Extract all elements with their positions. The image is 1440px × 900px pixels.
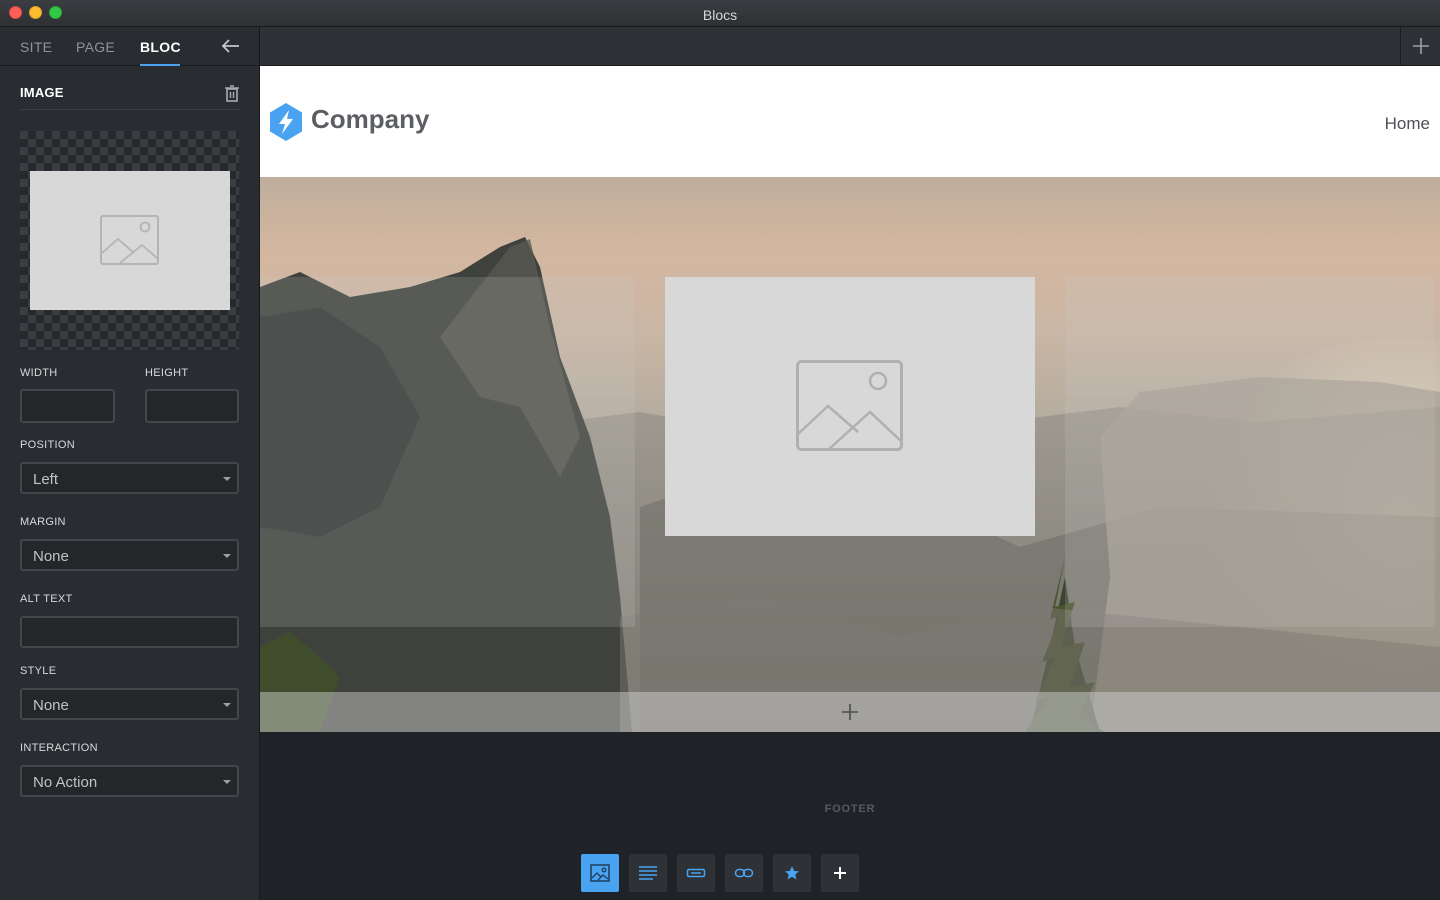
height-input[interactable] xyxy=(147,391,237,421)
brand-name[interactable]: Company xyxy=(311,104,429,135)
insert-toolbar xyxy=(581,854,859,892)
nav-link-home[interactable]: Home xyxy=(1385,114,1430,134)
interaction-value: No Action xyxy=(33,774,98,791)
width-input[interactable] xyxy=(22,391,113,421)
sidebar-tabs: SITE PAGE BLOC xyxy=(0,27,259,66)
image-placeholder-icon xyxy=(796,360,903,451)
insert-text-button[interactable] xyxy=(629,854,667,892)
tab-site[interactable]: SITE xyxy=(20,39,52,55)
height-field[interactable] xyxy=(145,389,239,423)
plus-icon xyxy=(842,704,858,720)
tab-page[interactable]: PAGE xyxy=(76,39,115,55)
inspector-sidebar: SITE PAGE BLOC IMAGE WIDTH HEIGHT POSITI… xyxy=(0,27,260,900)
button-icon xyxy=(686,868,706,878)
margin-value: None xyxy=(33,548,69,565)
width-field[interactable] xyxy=(20,389,115,423)
interaction-label: INTERACTION xyxy=(20,742,98,754)
page-canvas: Company Home FOOTER xyxy=(260,66,1440,900)
style-value: None xyxy=(33,697,69,714)
link-icon xyxy=(734,868,754,878)
image-section-header: IMAGE xyxy=(20,84,240,110)
back-arrow-icon[interactable] xyxy=(219,36,243,56)
tab-bloc[interactable]: BLOC xyxy=(140,39,181,55)
title-bar: Blocs xyxy=(0,0,1440,27)
position-select[interactable]: Left xyxy=(20,462,239,494)
alt-text-label: ALT TEXT xyxy=(20,593,73,605)
logo-bolt-icon xyxy=(270,103,302,141)
insert-more-button[interactable] xyxy=(821,854,859,892)
margin-select[interactable]: None xyxy=(20,539,239,571)
star-icon xyxy=(785,866,799,880)
navbar-bloc[interactable]: Company Home xyxy=(260,66,1440,177)
section-title: IMAGE xyxy=(20,85,64,100)
text-icon xyxy=(639,866,657,880)
image-preview[interactable] xyxy=(20,131,239,350)
position-value: Left xyxy=(33,471,59,488)
hero-bloc[interactable] xyxy=(260,177,1440,732)
chevron-down-icon xyxy=(223,477,231,481)
height-label: HEIGHT xyxy=(145,367,189,379)
selected-image-placeholder[interactable] xyxy=(665,277,1035,536)
margin-label: MARGIN xyxy=(20,516,66,528)
width-label: WIDTH xyxy=(20,367,58,379)
plus-icon xyxy=(834,867,846,879)
canvas-toolbar xyxy=(260,27,1440,66)
column-left[interactable] xyxy=(260,277,635,627)
add-row-button[interactable] xyxy=(260,692,1440,732)
insert-button-button[interactable] xyxy=(677,854,715,892)
alt-text-field[interactable] xyxy=(20,616,239,648)
position-label: POSITION xyxy=(20,439,75,451)
chevron-down-icon xyxy=(223,780,231,784)
insert-link-button[interactable] xyxy=(725,854,763,892)
style-select[interactable]: None xyxy=(20,688,239,720)
column-right[interactable] xyxy=(1065,277,1435,627)
alt-text-input[interactable] xyxy=(22,618,237,646)
plus-icon xyxy=(1413,38,1429,54)
image-placeholder-icon xyxy=(100,215,159,265)
window-title: Blocs xyxy=(702,7,738,23)
chevron-down-icon xyxy=(223,554,231,558)
preview-image-placeholder xyxy=(30,171,230,310)
insert-icon-button[interactable] xyxy=(773,854,811,892)
footer-bloc-label[interactable]: FOOTER xyxy=(260,803,1440,815)
style-label: STYLE xyxy=(20,665,57,677)
interaction-select[interactable]: No Action xyxy=(20,765,239,797)
image-icon xyxy=(590,864,610,882)
trash-icon[interactable] xyxy=(224,84,240,102)
active-tab-indicator xyxy=(140,64,180,66)
add-bloc-button[interactable] xyxy=(1400,27,1440,66)
chevron-down-icon xyxy=(223,703,231,707)
insert-image-button[interactable] xyxy=(581,854,619,892)
